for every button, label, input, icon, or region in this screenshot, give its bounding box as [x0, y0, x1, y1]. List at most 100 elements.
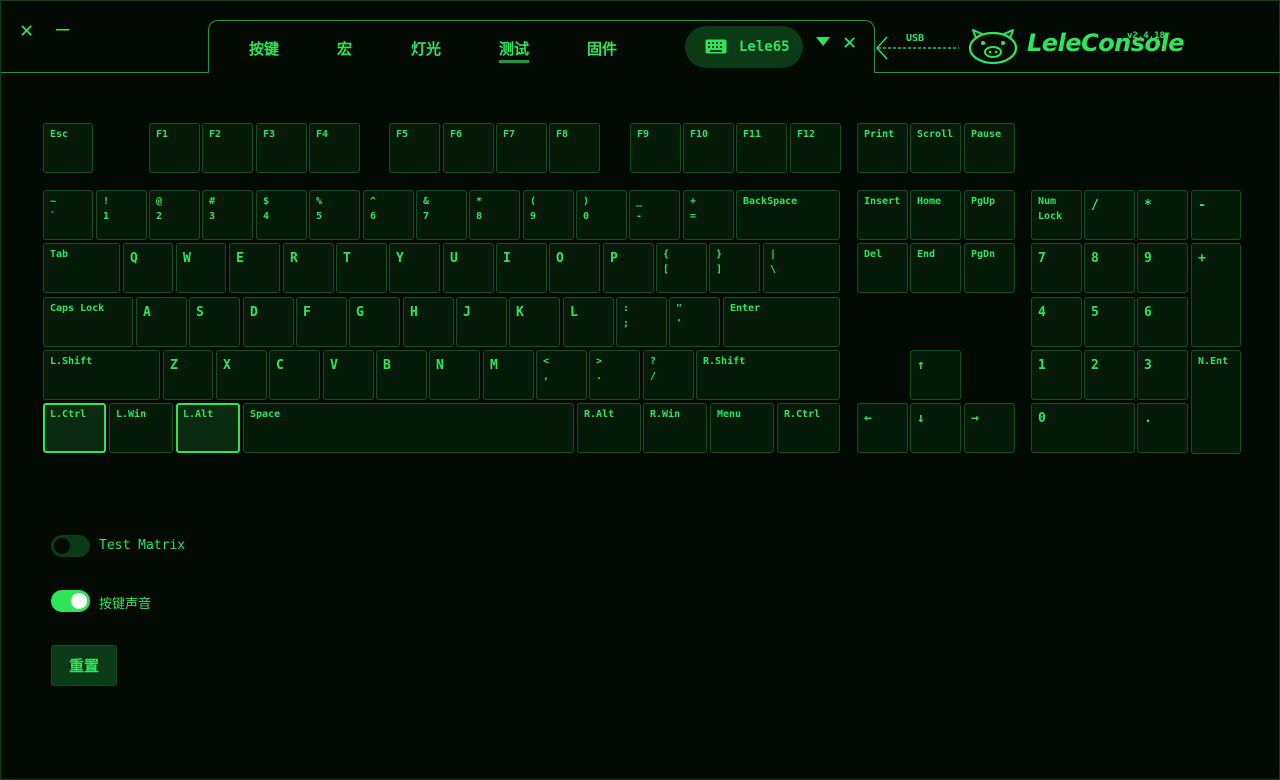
key-pause[interactable]: Pause	[964, 123, 1015, 173]
key-m[interactable]: M	[483, 350, 534, 400]
key-s[interactable]: S	[189, 297, 240, 347]
key-q[interactable]: Q	[123, 243, 173, 293]
key-minus[interactable]: _ -	[629, 190, 680, 240]
key-np-dot[interactable]: .	[1137, 403, 1188, 453]
key-f5[interactable]: F5	[389, 123, 440, 173]
key-u[interactable]: U	[443, 243, 494, 293]
chevron-down-icon[interactable]	[816, 37, 830, 46]
minimize-window-icon[interactable]: —	[56, 18, 69, 42]
tab-firmware[interactable]: 固件	[587, 38, 617, 59]
key-tab[interactable]: Tab	[43, 243, 120, 293]
key-f9[interactable]: F9	[630, 123, 681, 173]
key-np6[interactable]: 6	[1137, 297, 1188, 347]
key-d0[interactable]: ) 0	[576, 190, 627, 240]
key-esc[interactable]: Esc	[43, 123, 93, 173]
key-d[interactable]: D	[243, 297, 294, 347]
key-f12[interactable]: F12	[790, 123, 841, 173]
key-z[interactable]: Z	[163, 350, 213, 400]
key-ralt[interactable]: R.Alt	[577, 403, 641, 453]
key-np-mul[interactable]: *	[1137, 190, 1188, 240]
key-np5[interactable]: 5	[1084, 297, 1135, 347]
device-selector[interactable]: Lele65	[685, 26, 803, 68]
key-enter[interactable]: Enter	[723, 297, 840, 347]
key-f3[interactable]: F3	[256, 123, 307, 173]
key-lshift[interactable]: L.Shift	[43, 350, 160, 400]
key-np0[interactable]: 0	[1031, 403, 1135, 453]
close-window-icon[interactable]: ✕	[20, 19, 33, 43]
key-lbracket[interactable]: {[	[656, 243, 707, 293]
key-del[interactable]: Del	[857, 243, 908, 293]
tab-macro[interactable]: 宏	[337, 38, 352, 59]
key-pgdn[interactable]: PgDn	[964, 243, 1015, 293]
key-f6[interactable]: F6	[443, 123, 494, 173]
key-f11[interactable]: F11	[736, 123, 787, 173]
key-p[interactable]: P	[603, 243, 654, 293]
key-n[interactable]: N	[429, 350, 480, 400]
key-lwin[interactable]: L.Win	[109, 403, 173, 453]
key-scroll[interactable]: Scroll	[910, 123, 961, 173]
key-c[interactable]: C	[269, 350, 320, 400]
key-quote[interactable]: " '	[669, 297, 720, 347]
key-r[interactable]: R	[283, 243, 334, 293]
key-rshift[interactable]: R.Shift	[696, 350, 840, 400]
key-space[interactable]: Space	[243, 403, 574, 453]
key-np3[interactable]: 3	[1137, 350, 1188, 400]
key-t[interactable]: T	[336, 243, 387, 293]
key-rctrl[interactable]: R.Ctrl	[777, 403, 840, 453]
key-right[interactable]: →	[964, 403, 1015, 453]
key-w[interactable]: W	[176, 243, 226, 293]
key-lalt[interactable]: L.Alt	[176, 403, 240, 453]
key-backspace[interactable]: BackSpace	[736, 190, 840, 240]
key-np-div[interactable]: /	[1084, 190, 1135, 240]
key-equal[interactable]: + =	[683, 190, 734, 240]
key-l[interactable]: L	[563, 297, 614, 347]
key-h[interactable]: H	[403, 297, 454, 347]
test-matrix-toggle[interactable]	[51, 535, 90, 557]
key-rbracket[interactable]: }]	[709, 243, 760, 293]
key-np-enter[interactable]: N.Ent	[1191, 350, 1241, 454]
key-home[interactable]: Home	[910, 190, 961, 240]
key-up[interactable]: ↑	[910, 350, 961, 400]
key-i[interactable]: I	[496, 243, 547, 293]
key-left[interactable]: ←	[857, 403, 908, 453]
key-y[interactable]: Y	[389, 243, 440, 293]
key-np-add[interactable]: +	[1191, 243, 1241, 347]
key-np-sub[interactable]: -	[1191, 190, 1241, 240]
key-backslash[interactable]: | \	[763, 243, 840, 293]
key-menu[interactable]: Menu	[710, 403, 774, 453]
key-f10[interactable]: F10	[683, 123, 734, 173]
disconnect-device-icon[interactable]: ✕	[843, 31, 856, 55]
key-f7[interactable]: F7	[496, 123, 547, 173]
key-capslock[interactable]: Caps Lock	[43, 297, 133, 347]
key-pgup[interactable]: PgUp	[964, 190, 1015, 240]
key-np1[interactable]: 1	[1031, 350, 1082, 400]
key-f[interactable]: F	[296, 297, 347, 347]
key-f1[interactable]: F1	[149, 123, 200, 173]
key-np8[interactable]: 8	[1084, 243, 1135, 293]
key-d2[interactable]: @2	[149, 190, 200, 240]
key-end[interactable]: End	[910, 243, 961, 293]
key-d3[interactable]: #3	[202, 190, 253, 240]
key-f8[interactable]: F8	[549, 123, 600, 173]
key-d6[interactable]: ^ 6	[363, 190, 414, 240]
key-period[interactable]: >.	[589, 350, 640, 400]
key-d7[interactable]: & 7	[416, 190, 467, 240]
key-x[interactable]: X	[216, 350, 267, 400]
key-b[interactable]: B	[376, 350, 427, 400]
key-insert[interactable]: Insert	[857, 190, 908, 240]
key-grave[interactable]: ~ `	[43, 190, 93, 240]
key-v[interactable]: V	[323, 350, 374, 400]
key-print[interactable]: Print	[857, 123, 908, 173]
key-d8[interactable]: * 8	[469, 190, 520, 240]
key-k[interactable]: K	[509, 297, 560, 347]
key-f2[interactable]: F2	[202, 123, 253, 173]
key-np2[interactable]: 2	[1084, 350, 1135, 400]
key-j[interactable]: J	[456, 297, 507, 347]
key-e[interactable]: E	[229, 243, 280, 293]
key-d5[interactable]: % 5	[309, 190, 360, 240]
key-numlock[interactable]: Num Lock	[1031, 190, 1082, 240]
key-down[interactable]: ↓	[910, 403, 961, 453]
key-d9[interactable]: (9	[523, 190, 574, 240]
key-d4[interactable]: $4	[256, 190, 307, 240]
key-rwin[interactable]: R.Win	[643, 403, 707, 453]
